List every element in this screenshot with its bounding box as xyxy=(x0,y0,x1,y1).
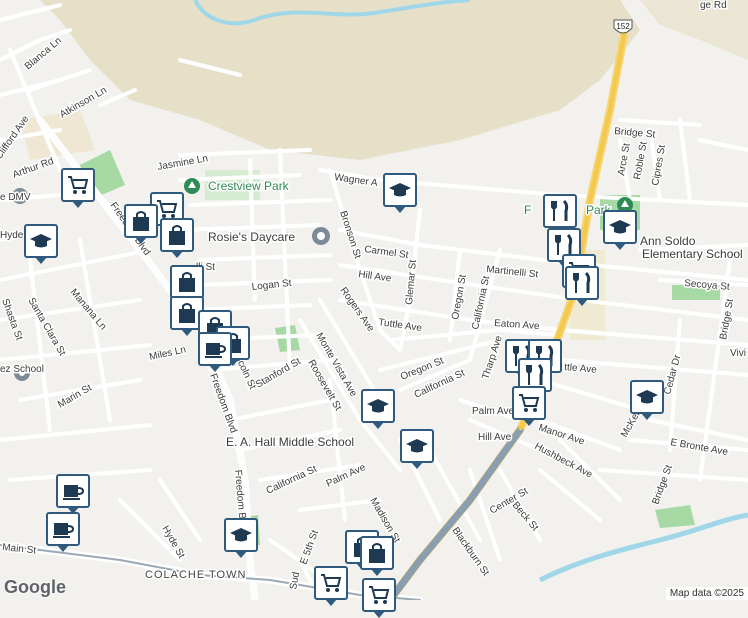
street-label: Palm Ave xyxy=(472,406,514,417)
street-label: Blackburn St xyxy=(450,525,492,578)
shopping-cart-icon xyxy=(321,574,342,592)
street-label: Tharp Ave xyxy=(480,334,505,381)
street-label: Glemar St xyxy=(404,259,419,305)
marker-shopping-cart[interactable] xyxy=(362,578,396,618)
fork-knife-icon xyxy=(551,199,569,221)
graduation-cap-icon xyxy=(230,528,252,542)
marker-shopping-bag[interactable] xyxy=(170,265,204,305)
street-label: Rogers Ave xyxy=(338,285,377,334)
shopping-cart-icon xyxy=(68,176,89,194)
google-logo: Google xyxy=(4,577,66,597)
coffee-cup-icon xyxy=(53,523,75,538)
street-label: Miles Ln xyxy=(148,344,187,363)
park-label: Crestview Park xyxy=(208,179,290,193)
marker-school[interactable] xyxy=(224,518,258,558)
street-label: E 5th St xyxy=(298,529,321,566)
highway-shield-number: 152 xyxy=(616,22,630,31)
marker-school[interactable] xyxy=(24,224,58,264)
street-label: Arce St xyxy=(616,142,633,176)
pin-icon-park xyxy=(184,178,200,194)
street-label: Bridge St xyxy=(650,463,674,506)
street-label: California St xyxy=(265,464,319,497)
park-label: F xyxy=(524,203,531,217)
marker-restaurant[interactable] xyxy=(565,266,599,306)
place-label: E. A. Hall Middle School xyxy=(226,435,354,449)
marker-cafe[interactable] xyxy=(198,332,232,372)
street-label: Main St xyxy=(2,542,37,557)
coffee-cup-icon xyxy=(63,485,85,500)
street-label: Hushbeck Ave xyxy=(533,441,595,481)
street-label: ttle Ave xyxy=(564,362,598,376)
graduation-cap-icon xyxy=(389,183,411,197)
highway-shield-icon: 152 xyxy=(613,19,633,34)
graduation-cap-icon xyxy=(406,439,428,453)
place-label: ez School xyxy=(0,364,44,375)
street-label: Hill Ave xyxy=(478,432,512,443)
fork-knife-icon xyxy=(526,363,544,385)
shopping-bag-icon xyxy=(179,303,195,323)
marker-restaurant[interactable] xyxy=(543,194,577,234)
marker-school[interactable] xyxy=(603,210,637,250)
street-label: Marin St xyxy=(56,382,94,410)
street-label: Arthur Rd xyxy=(11,156,55,181)
pin-icon xyxy=(312,227,330,245)
graduation-cap-icon xyxy=(636,390,658,404)
hillside-area xyxy=(40,0,640,160)
marker-school[interactable] xyxy=(383,173,417,213)
street-label: Santa Clara St xyxy=(25,296,67,358)
shopping-bag-icon xyxy=(369,543,385,563)
graduation-cap-icon xyxy=(367,399,389,413)
marker-cafe[interactable] xyxy=(56,474,90,514)
marker-school[interactable] xyxy=(630,380,664,420)
street-label: E Bronte Ave xyxy=(669,437,729,458)
street-label: Stanford St xyxy=(254,356,303,391)
map-attribution[interactable]: Map data ©2025 xyxy=(665,587,748,600)
marker-shopping-cart[interactable] xyxy=(512,386,546,426)
shopping-bag-icon xyxy=(133,211,149,231)
shopping-cart-icon xyxy=(369,586,390,604)
street-label: Beck St xyxy=(510,500,541,534)
hillside-area-east xyxy=(640,0,748,60)
map-canvas[interactable]: 152 ge Rd Blanca Ln Atkinson Ln Arthur R… xyxy=(0,0,748,600)
marker-shopping-cart[interactable] xyxy=(314,566,348,606)
fork-knife-icon xyxy=(573,271,591,293)
marker-shopping-cart[interactable] xyxy=(61,168,95,208)
street-label: Cedar Dr xyxy=(662,353,683,396)
place-label: e DMV xyxy=(0,192,31,203)
park-green-6 xyxy=(655,505,695,528)
shopping-bag-icon xyxy=(169,225,185,245)
marker-shopping-bag[interactable] xyxy=(160,218,194,258)
marker-shopping-bag[interactable] xyxy=(124,204,158,244)
street-label: Roble St xyxy=(632,141,650,181)
street-label: Carmel St xyxy=(364,244,410,261)
shopping-bag-icon xyxy=(179,272,195,292)
marker-school[interactable] xyxy=(400,429,434,469)
place-label: Ann Soldo xyxy=(640,234,696,248)
area-label: COLACHE TOWN xyxy=(145,569,246,581)
street-label: ge Rd xyxy=(700,0,727,11)
graduation-cap-icon xyxy=(609,220,631,234)
marker-cafe[interactable] xyxy=(46,512,80,552)
street-label: Vivi xyxy=(730,348,746,359)
shopping-cart-icon xyxy=(519,394,540,412)
graduation-cap-icon xyxy=(30,234,52,248)
street-label: Wagner A xyxy=(334,172,379,189)
place-label: Elementary School xyxy=(642,247,743,261)
river-south xyxy=(538,512,748,583)
coffee-cup-icon xyxy=(205,343,227,358)
marker-school[interactable] xyxy=(361,389,395,429)
marker-shopping-bag[interactable] xyxy=(360,536,394,576)
place-label: Rosie's Daycare xyxy=(208,230,295,244)
